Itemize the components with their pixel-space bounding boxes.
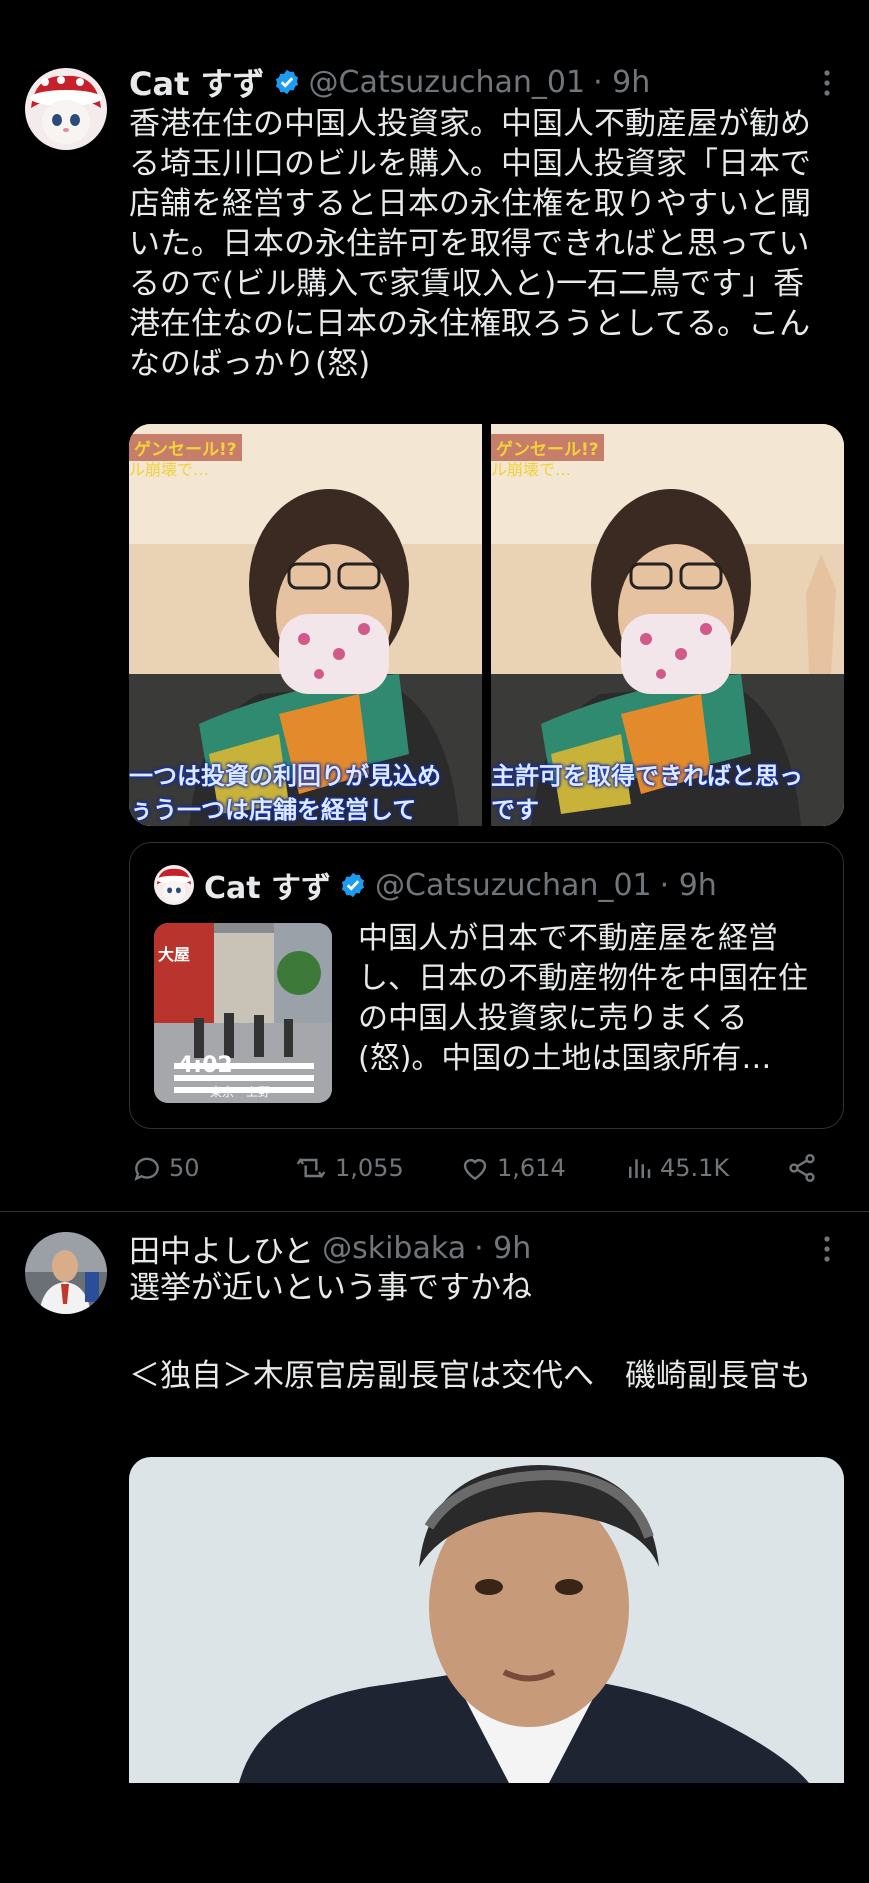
reply-count: 50 bbox=[169, 1154, 200, 1182]
post-image[interactable] bbox=[129, 1457, 844, 1783]
verified-badge-icon bbox=[275, 69, 298, 95]
display-name[interactable]: 田中よしひと bbox=[129, 1226, 314, 1271]
video-duration: 4:02 bbox=[178, 1053, 233, 1078]
handle[interactable]: @Catsuzuchan_01 bbox=[309, 65, 586, 100]
like-count: 1,614 bbox=[497, 1154, 566, 1182]
views-count: 45.1K bbox=[660, 1154, 730, 1182]
views-icon bbox=[629, 1159, 651, 1178]
quoted-timestamp: · 9h bbox=[659, 867, 717, 903]
timestamp[interactable]: · 9h bbox=[474, 1231, 531, 1266]
post-divider bbox=[0, 1211, 869, 1212]
post-text: 香港在住の中国人投資家。中国人不動産屋が勧める埼玉川口のビルを購入。中国人投資家… bbox=[129, 106, 811, 382]
post-text-line: ＜独自＞木原官房副長官は交代へ 磯崎副長官も bbox=[129, 1358, 811, 1394]
repost-button[interactable]: 1,055 bbox=[293, 1152, 404, 1184]
thumbnail-location-label: 東京・上野 bbox=[210, 1085, 271, 1099]
display-name[interactable]: Cat すず bbox=[129, 59, 265, 105]
avatar[interactable] bbox=[25, 68, 107, 150]
repost-icon bbox=[296, 1157, 326, 1179]
thumbnail-store-sign: 大屋 bbox=[158, 945, 191, 964]
video-overlay-subtitle: ル崩壊で… bbox=[129, 460, 210, 479]
video-frame-right[interactable]: ゲンセール!? ル崩壊で… 主許可を取得できればと思っ です bbox=[491, 424, 844, 826]
more-options-icon[interactable] bbox=[815, 68, 839, 98]
reply-button[interactable]: 50 bbox=[131, 1152, 200, 1184]
post-text-line: 選挙が近いという事ですかね bbox=[129, 1270, 532, 1306]
quoted-handle: @Catsuzuchan_01 bbox=[375, 867, 652, 903]
post-header: 田中よしひと @skibaka · 9h bbox=[129, 1226, 531, 1271]
verified-badge-icon bbox=[341, 872, 365, 898]
handle[interactable]: @skibaka bbox=[322, 1231, 466, 1266]
quoted-avatar bbox=[154, 865, 194, 905]
video-subtitle-line: 主許可を取得できればと思っ bbox=[491, 762, 803, 790]
like-button[interactable]: 1,614 bbox=[459, 1152, 566, 1184]
more-options-icon[interactable] bbox=[815, 1234, 839, 1264]
reply-icon bbox=[134, 1157, 159, 1181]
video-subtitle-line: 一つは投資の利回りが見込め bbox=[129, 762, 441, 790]
quoted-text: 中国人が日本で不動産屋を経営し、日本の不動産物件を中国在住の中国人投資家に売りま… bbox=[358, 921, 808, 1076]
video-subtitle-line: ぅう一つは店舗を経営して bbox=[129, 796, 417, 824]
quoted-video-thumbnail[interactable]: 大屋 東京・上野 4:02 bbox=[154, 923, 332, 1103]
video-frame-left[interactable]: ゲンセール!? ル崩壊で… 一つは投資の利回りが見込め ぅう一つは店舗を経営して bbox=[129, 424, 482, 826]
views-button[interactable]: 45.1K bbox=[624, 1152, 729, 1184]
timestamp[interactable]: · 9h bbox=[593, 65, 650, 100]
avatar[interactable] bbox=[25, 1232, 107, 1314]
quoted-post[interactable]: Cat すず @Catsuzuchan_01 · 9h 大屋 東京・上野 4:0… bbox=[129, 842, 844, 1129]
quoted-header: Cat すず @Catsuzuchan_01 · 9h bbox=[204, 863, 717, 907]
quoted-display-name: Cat すず bbox=[204, 871, 332, 906]
video-overlay-subtitle: ル崩壊で… bbox=[491, 460, 572, 479]
share-icon bbox=[789, 1154, 815, 1182]
post-header: Cat すず @Catsuzuchan_01 · 9h bbox=[129, 59, 650, 105]
video-subtitle-line: です bbox=[491, 796, 539, 824]
post-media[interactable]: ゲンセール!? ル崩壊で… 一つは投資の利回りが見込め ぅう一つは店舗を経営して… bbox=[129, 424, 844, 826]
repost-count: 1,055 bbox=[335, 1154, 404, 1182]
heart-icon bbox=[463, 1159, 487, 1181]
share-button[interactable] bbox=[786, 1152, 818, 1184]
